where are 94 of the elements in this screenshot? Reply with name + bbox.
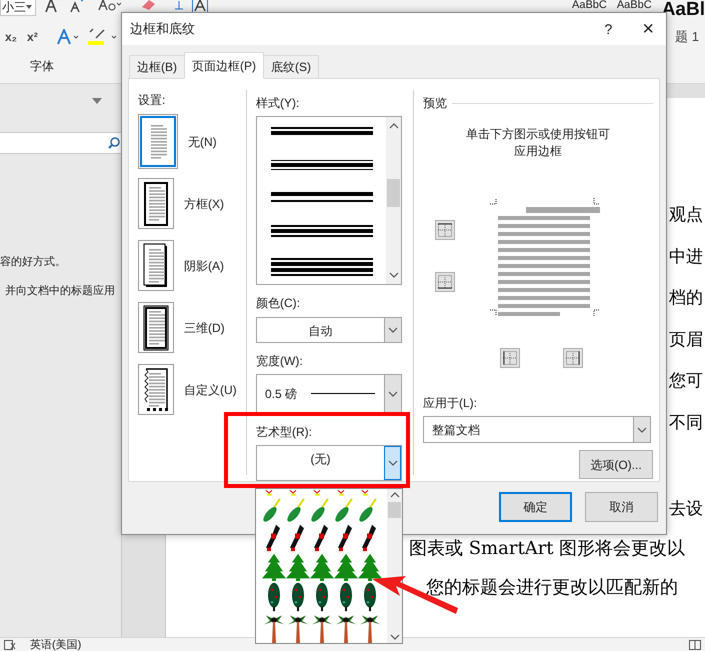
- page-border-icon: [141, 180, 171, 228]
- dialog-button[interactable]: 取消: [585, 492, 658, 522]
- caret-icon: [26, 4, 32, 8]
- dropdown-value: 0.5 磅: [265, 386, 298, 403]
- field-label: 宽度(W):: [256, 353, 304, 370]
- proofing-icon[interactable]: [4, 640, 16, 650]
- setting-option[interactable]: [138, 364, 174, 415]
- preview-hint: 单击下方图示或使用按钮可应用边框: [465, 126, 611, 160]
- document-text: 您的标题会进行更改以匹配新的: [426, 576, 679, 599]
- search-icon: [108, 137, 120, 149]
- scroll-thumb[interactable]: [388, 502, 401, 518]
- font-size-field[interactable]: 小三: [0, 0, 36, 16]
- document-text: 页眉: [669, 328, 704, 351]
- dropdown-arrow-button[interactable]: [384, 318, 401, 342]
- chevron-down-icon: [388, 391, 398, 397]
- chevron-down-icon: [637, 426, 647, 432]
- document-text: 观点: [669, 204, 704, 226]
- font-size-value: 小三: [2, 0, 26, 16]
- border-grid-icon: [566, 351, 580, 365]
- search-field[interactable]: [0, 132, 121, 154]
- setting-label: 方框(X): [184, 196, 224, 212]
- field-label: 设置:: [138, 92, 166, 109]
- border-toggle-button[interactable]: [563, 348, 583, 368]
- scroll-thumb[interactable]: [387, 179, 400, 207]
- shrink-font-icon[interactable]: [68, 0, 84, 13]
- style-sample[interactable]: AaBl: [662, 0, 705, 20]
- field-label: 应用于(L):: [423, 395, 478, 412]
- scroll-up-icon: [390, 492, 400, 498]
- line-style-list[interactable]: [256, 116, 402, 285]
- document-text: 中进: [669, 246, 704, 268]
- chevron-down-icon: [388, 327, 398, 333]
- scrollbar[interactable]: [387, 489, 402, 643]
- group-label: 字体: [30, 58, 54, 75]
- window-title: 边框和底纹: [130, 20, 195, 38]
- dropdown-value: 自动: [308, 323, 332, 340]
- document-text: 您可: [669, 370, 704, 392]
- border-grid-icon: [438, 223, 452, 237]
- dropdown-arrow-button[interactable]: [384, 446, 401, 480]
- nav-text: 并向文档中的标题应用: [5, 284, 116, 298]
- dropdown-arrow-button[interactable]: [633, 417, 650, 442]
- border-grid-icon: [438, 275, 452, 289]
- help-button[interactable]: ?: [604, 18, 612, 40]
- tab[interactable]: 边框(B): [129, 55, 185, 79]
- page-border-icon: [141, 304, 171, 352]
- dropdown-field[interactable]: 0.5 磅: [256, 374, 402, 414]
- dropdown-value: (无): [310, 451, 330, 468]
- field-label: 颜色(C):: [256, 295, 301, 312]
- document-text: 图表或 SmartArt 图形将会更改以: [409, 538, 686, 560]
- tab[interactable]: 底纹(S): [263, 55, 319, 79]
- chevron-down-icon: [388, 460, 398, 466]
- field-label: 艺术型(R):: [256, 424, 313, 441]
- read-mode-icon[interactable]: [689, 640, 701, 650]
- language-indicator[interactable]: 英语(美国): [30, 638, 82, 650]
- border-toggle-button[interactable]: [500, 348, 520, 368]
- superscript-button[interactable]: x²: [27, 28, 38, 46]
- style-sample[interactable]: AaBbC: [572, 0, 607, 11]
- line-weight-icon: [311, 393, 376, 395]
- document-text: 不同: [669, 412, 704, 434]
- highlight-icon[interactable]: [88, 28, 118, 46]
- dropdown-field[interactable]: 整篇文档: [423, 416, 651, 443]
- document-text: 去设: [669, 498, 704, 520]
- scroll-down-icon: [388, 272, 398, 278]
- tab[interactable]: 页面边框(P): [184, 52, 264, 79]
- border-grid-icon: [503, 351, 517, 365]
- style-sample[interactable]: AaBbC: [616, 0, 652, 11]
- nav-text: 容的好方式。: [0, 254, 67, 270]
- caret-icon[interactable]: [92, 98, 102, 104]
- dialog-button[interactable]: 确定: [499, 492, 572, 522]
- subscript-button[interactable]: x₂: [5, 28, 18, 46]
- dropdown-field[interactable]: (无): [256, 445, 402, 481]
- scroll-down-icon: [390, 634, 400, 640]
- dropdown-arrow-button[interactable]: [384, 375, 401, 413]
- setting-option[interactable]: [138, 240, 174, 291]
- border-toggle-button[interactable]: [435, 272, 455, 292]
- setting-label: 阴影(A): [184, 258, 224, 274]
- art-border-list[interactable]: [255, 488, 403, 644]
- setting-option[interactable]: [138, 178, 174, 229]
- setting-option[interactable]: [138, 302, 174, 353]
- scroll-up-icon: [388, 123, 398, 129]
- text-effects-icon[interactable]: [56, 29, 80, 45]
- style-name: 题 1: [675, 28, 699, 46]
- setting-label: 无(N): [188, 134, 217, 150]
- dropdown-field[interactable]: 自动: [256, 317, 402, 343]
- options-button[interactable]: 选项(O)...: [579, 450, 653, 479]
- section-label: 预览: [423, 95, 447, 112]
- field-label: 样式(Y):: [256, 95, 300, 112]
- setting-label: 自定义(U): [184, 382, 237, 398]
- document-text: 档的: [669, 287, 704, 310]
- close-button[interactable]: ×: [642, 19, 654, 39]
- setting-label: 三维(D): [184, 320, 225, 336]
- dropdown-value: 整篇文档: [432, 422, 480, 438]
- scrollbar[interactable]: [386, 117, 401, 284]
- border-toggle-button[interactable]: [435, 220, 455, 240]
- change-case-icon[interactable]: [98, 0, 122, 11]
